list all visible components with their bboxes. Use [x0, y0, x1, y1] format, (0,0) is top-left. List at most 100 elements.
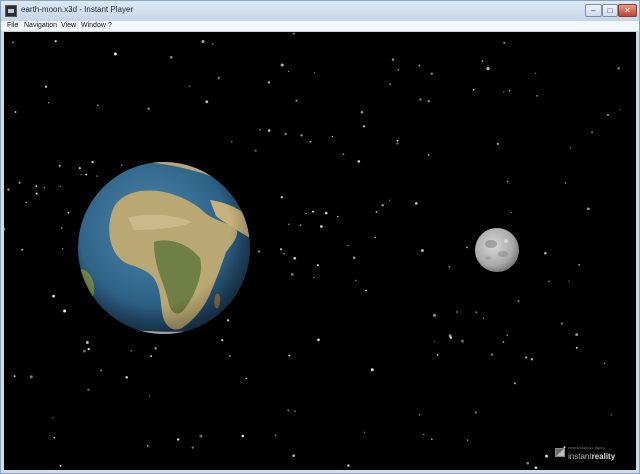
- star: [474, 411, 477, 414]
- star: [146, 444, 149, 447]
- star: [96, 104, 99, 107]
- star: [221, 339, 224, 342]
- star: [548, 280, 550, 283]
- star: [430, 72, 433, 75]
- star: [564, 182, 567, 184]
- star: [587, 207, 590, 211]
- star: [431, 438, 433, 440]
- star: [324, 211, 328, 215]
- star: [610, 414, 612, 416]
- star: [59, 185, 62, 188]
- star: [347, 244, 349, 247]
- star: [467, 439, 469, 441]
- scene-canvas[interactable]: [4, 32, 636, 470]
- star: [29, 375, 33, 379]
- star: [543, 251, 547, 255]
- star: [502, 91, 505, 93]
- minimize-button[interactable]: –: [585, 4, 602, 17]
- star: [292, 32, 295, 35]
- star: [456, 311, 458, 313]
- star: [311, 210, 314, 213]
- star: [295, 99, 298, 102]
- 3d-viewport[interactable]: PROFESSIONAL MEDIA instantreality: [4, 32, 636, 470]
- star: [59, 464, 62, 467]
- star: [396, 142, 399, 145]
- star: [342, 153, 345, 156]
- star: [481, 60, 484, 63]
- star: [448, 334, 452, 338]
- menu-file[interactable]: File: [7, 21, 18, 31]
- star: [317, 338, 320, 342]
- star: [205, 100, 209, 104]
- star: [176, 438, 180, 441]
- star: [241, 434, 245, 438]
- star: [534, 72, 537, 74]
- star: [47, 102, 50, 104]
- star: [292, 454, 296, 457]
- star: [427, 100, 430, 103]
- star: [578, 263, 580, 266]
- star: [290, 272, 294, 276]
- close-button[interactable]: ✕: [618, 4, 637, 17]
- star: [354, 279, 357, 282]
- star: [560, 322, 564, 325]
- moon-sphere-icon: [475, 228, 519, 272]
- star: [427, 154, 430, 156]
- title-bar[interactable]: earth-moon.x3d - Instant Player – □ ✕: [1, 1, 639, 21]
- logo-wordmark: instantreality: [568, 452, 615, 461]
- star: [496, 142, 499, 146]
- menu-view[interactable]: View: [61, 21, 76, 31]
- star: [284, 132, 287, 135]
- star: [293, 256, 297, 260]
- star: [360, 110, 364, 114]
- star: [201, 40, 205, 43]
- star: [466, 246, 468, 249]
- star: [448, 266, 450, 268]
- star: [54, 40, 57, 43]
- star: [25, 201, 27, 204]
- star: [43, 186, 46, 189]
- star: [347, 464, 350, 467]
- star: [67, 211, 70, 214]
- star: [388, 199, 391, 201]
- star: [287, 70, 290, 73]
- maximize-button[interactable]: □: [602, 4, 618, 17]
- star: [85, 173, 88, 176]
- menu-window[interactable]: Window: [81, 21, 106, 31]
- star: [60, 227, 63, 229]
- star: [534, 466, 538, 470]
- star: [397, 68, 400, 71]
- star: [91, 160, 94, 164]
- star: [280, 63, 284, 67]
- app-window: earth-moon.x3d - Instant Player – □ ✕ Fi…: [0, 0, 640, 474]
- star: [83, 349, 86, 353]
- star: [502, 341, 505, 343]
- star: [299, 224, 302, 227]
- star: [419, 98, 422, 101]
- star: [58, 164, 61, 167]
- star: [267, 81, 271, 84]
- star: [436, 354, 439, 356]
- star: [154, 347, 157, 350]
- star: [525, 356, 528, 359]
- star: [280, 248, 282, 251]
- star: [300, 134, 303, 137]
- logo-brand-light: instant: [568, 452, 592, 461]
- menu-help[interactable]: ?: [108, 21, 112, 31]
- star: [113, 52, 117, 56]
- star: [434, 341, 436, 343]
- star: [18, 181, 21, 184]
- star: [510, 211, 512, 214]
- star: [432, 313, 436, 317]
- star: [526, 461, 529, 465]
- star: [331, 135, 333, 138]
- menu-navigation[interactable]: Navigation: [24, 21, 57, 31]
- star: [381, 203, 385, 207]
- star: [100, 369, 103, 372]
- star: [78, 167, 81, 170]
- star: [313, 276, 315, 279]
- logo-brand-bold: reality: [591, 452, 616, 461]
- star: [191, 446, 194, 449]
- star: [13, 375, 16, 378]
- star: [52, 417, 54, 419]
